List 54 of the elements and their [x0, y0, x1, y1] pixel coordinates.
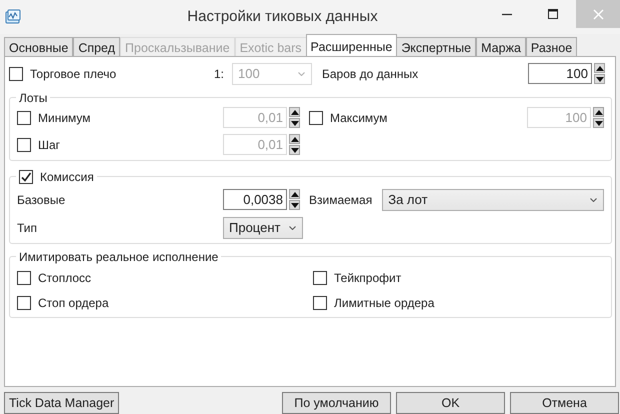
spin-down-button[interactable]	[594, 74, 605, 84]
app-icon	[5, 8, 21, 25]
tab[interactable]: Основные	[4, 36, 74, 56]
dropdown[interactable]: За лот	[382, 188, 604, 211]
close-icon	[592, 8, 604, 20]
window-title: Настройки тиковых данных	[186, 8, 379, 26]
checkbox-label[interactable]: Минимум	[38, 110, 91, 125]
spin-down-button[interactable]	[289, 118, 300, 128]
field-label: Баров до данных	[321, 66, 420, 81]
number-field[interactable]: 100	[528, 63, 592, 84]
dialog-button[interactable]: OK	[396, 392, 505, 414]
maximize-icon	[548, 9, 558, 19]
checkbox-label[interactable]: Комиссия	[40, 170, 94, 184]
spin-up-button[interactable]	[593, 107, 604, 118]
tab[interactable]: Экспертные	[396, 36, 476, 56]
group-title: Имитировать реальное исполнение	[18, 250, 220, 264]
checkbox[interactable]	[313, 296, 327, 310]
checkbox-label[interactable]: Тейкпрофит	[334, 270, 402, 285]
checkbox[interactable]	[17, 110, 31, 125]
checkbox[interactable]	[19, 170, 33, 184]
checkbox-label[interactable]: Лимитные ордера	[334, 296, 434, 310]
dropdown[interactable]: Процент	[223, 216, 303, 239]
dialog-button[interactable]: По умолчанию	[282, 392, 391, 414]
chevron-down-icon	[590, 198, 597, 202]
field-label: Базовые	[17, 192, 66, 207]
field-label: Тип	[17, 220, 38, 235]
checkbox-label[interactable]: Стоп ордера	[38, 296, 109, 310]
spin-up-button[interactable]	[289, 134, 300, 144]
tab[interactable]: Маржа	[476, 36, 526, 56]
checkbox[interactable]	[17, 138, 31, 152]
spin-up-button[interactable]	[594, 63, 605, 74]
tab[interactable]: Спред	[73, 36, 120, 56]
checkbox[interactable]	[313, 270, 327, 285]
dialog-button[interactable]: Отмена	[510, 392, 619, 414]
checkbox-label[interactable]: Стоплосс	[38, 270, 92, 285]
dialog-button[interactable]: Tick Data Manager	[4, 392, 120, 414]
checkbox-label[interactable]: Максимум	[330, 110, 388, 125]
checkbox[interactable]	[17, 296, 31, 310]
spin-up-button[interactable]	[289, 189, 300, 200]
tab[interactable]: Разное	[526, 36, 578, 56]
checkbox[interactable]	[17, 270, 31, 285]
chevron-down-icon	[289, 226, 296, 230]
group-title: Лоты	[18, 90, 48, 105]
ratio-prefix: 1:	[214, 66, 226, 81]
spin-down-button[interactable]	[289, 145, 300, 156]
field-label: Взимаемая	[308, 192, 374, 207]
tab[interactable]: Расширенные	[306, 34, 398, 56]
chevron-down-icon	[298, 72, 305, 76]
checkbox-label[interactable]: Шаг	[38, 138, 60, 152]
spin-up-button[interactable]	[289, 107, 300, 118]
spin-down-button[interactable]	[593, 118, 604, 128]
number-field[interactable]: 0,0038	[223, 189, 287, 210]
spin-down-button[interactable]	[289, 200, 300, 210]
checkbox[interactable]	[309, 110, 323, 125]
